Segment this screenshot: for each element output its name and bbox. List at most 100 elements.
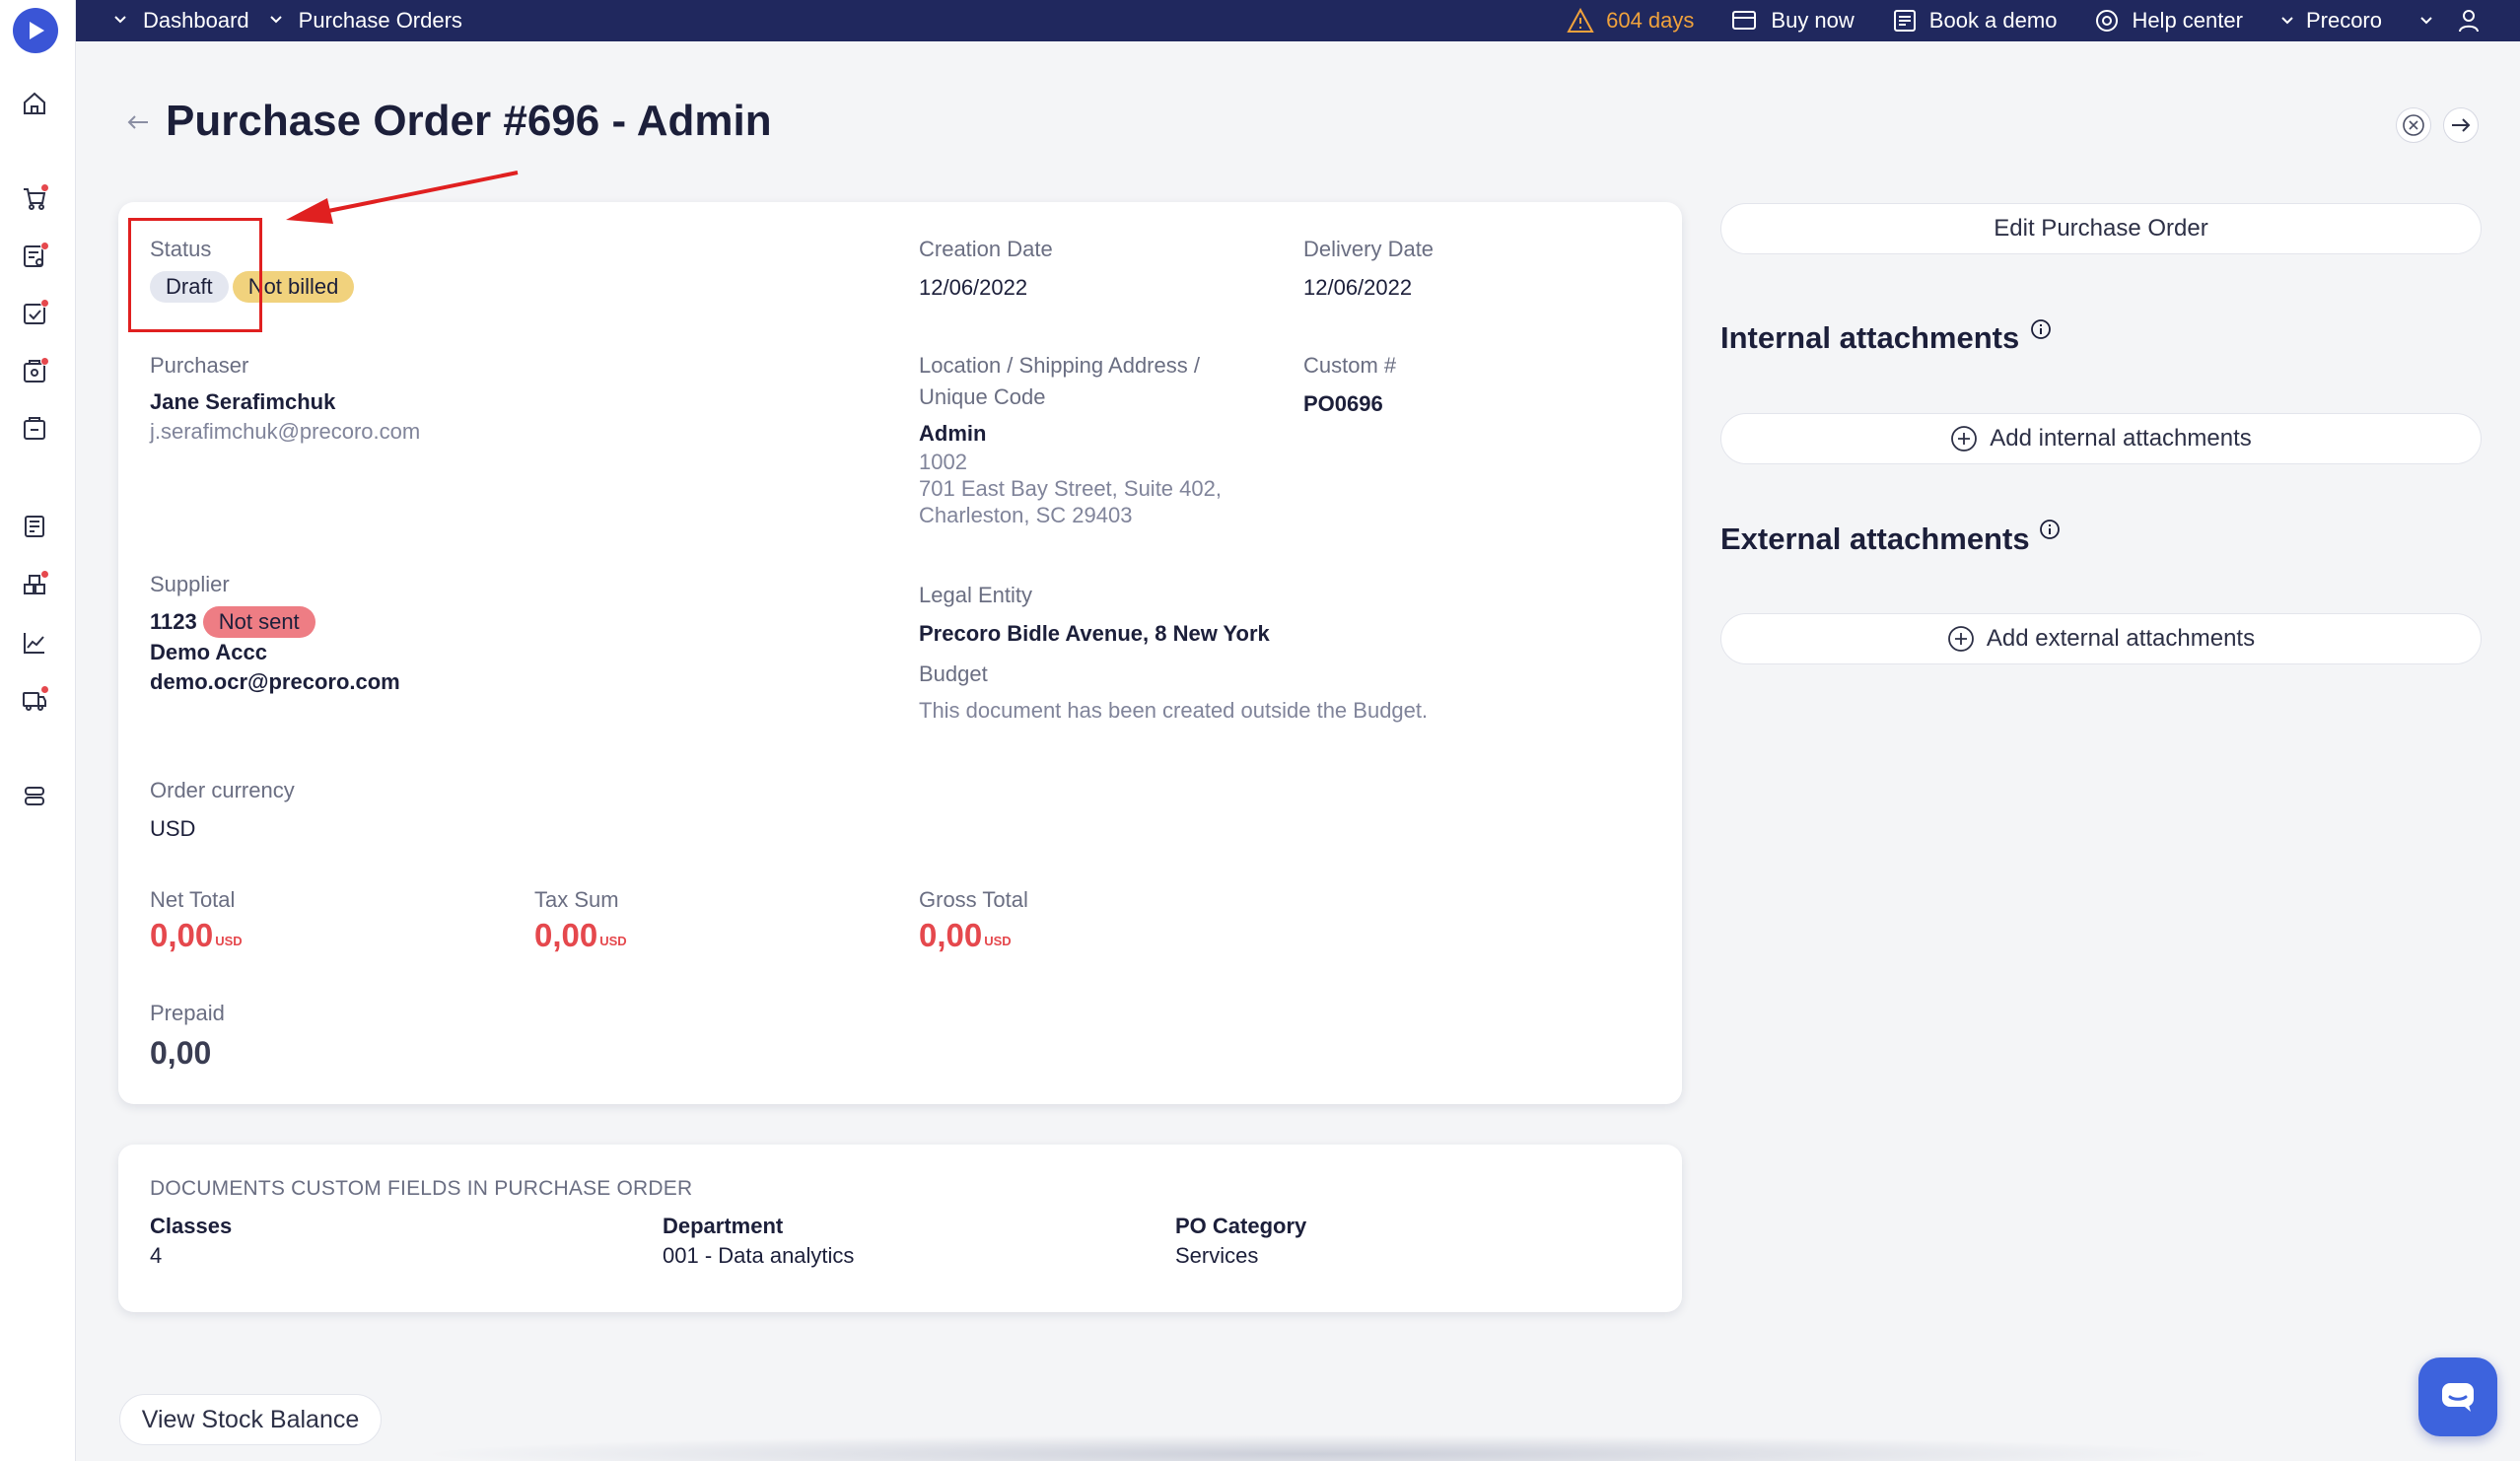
info-icon[interactable] — [2039, 519, 2061, 540]
custom-field-classes: Classes 4 — [150, 1212, 232, 1271]
purchaser-email: j.serafimchuk@precoro.com — [150, 419, 421, 444]
user-menu[interactable] — [2419, 8, 2481, 34]
delivery-date-label: Delivery Date — [1303, 237, 1435, 261]
notification-dot — [40, 685, 49, 694]
info-icon[interactable] — [2030, 318, 2052, 340]
user-icon — [2459, 10, 2479, 33]
card-icon — [1732, 11, 1757, 30]
gross-total-field: Gross Total 0,00 USD — [919, 884, 1028, 955]
settings-icon[interactable] — [20, 781, 49, 810]
purchaser-field: Purchaser Jane Serafimchuk j.serafimchuk… — [150, 350, 420, 447]
page-title: Purchase Order #696 - Admin — [166, 97, 772, 145]
location-code: 1002 — [919, 450, 967, 474]
creation-date-field: Creation Date 12/06/2022 — [919, 234, 1053, 303]
trial-days-indicator[interactable]: 604 days — [1567, 8, 1694, 34]
next-button[interactable] — [2443, 107, 2479, 143]
tax-sum-value: 0,00 USD — [534, 917, 627, 953]
breadcrumb-purchase-orders[interactable]: Purchase Orders — [269, 8, 462, 34]
location-label-line-2: Unique Code — [919, 384, 1046, 409]
close-icon — [2403, 114, 2424, 136]
location-address-line-2: Charleston, SC 29403 — [919, 503, 1133, 527]
prepaid-value: 0,00 — [150, 1035, 212, 1071]
custom-number-label: Custom # — [1303, 353, 1397, 378]
custom-fields-title: DOCUMENTS CUSTOM FIELDS IN PURCHASE ORDE… — [150, 1177, 693, 1200]
add-internal-attachments-button[interactable]: Add internal attachments — [1720, 413, 2482, 464]
edit-purchase-order-button[interactable]: Edit Purchase Order — [1720, 203, 2482, 254]
analytics-icon[interactable] — [20, 628, 49, 658]
notification-dot — [40, 242, 49, 250]
custom-field-po-category: PO Category Services — [1175, 1212, 1306, 1271]
creation-date-label: Creation Date — [919, 237, 1053, 261]
trial-days-label: 604 days — [1606, 8, 1695, 33]
external-attachments-title: External attachments — [1720, 522, 2030, 556]
help-center-link[interactable]: Help center — [2094, 8, 2243, 34]
cart-icon[interactable] — [20, 183, 49, 213]
top-navigation-bar: Dashboard Purchase Orders 604 days Buy n… — [76, 0, 2520, 41]
location-field: Location / Shipping Address / Unique Cod… — [919, 350, 1222, 528]
book-demo-label: Book a demo — [1928, 8, 2058, 33]
company-switcher[interactable]: Precoro — [2280, 8, 2382, 34]
buy-now-label: Buy now — [1771, 8, 1855, 33]
home-icon[interactable] — [20, 89, 49, 118]
custom-field-value: 001 - Data analytics — [663, 1243, 855, 1268]
prepaid-field: Prepaid 0,00 — [150, 998, 225, 1073]
purchase-orders-icon[interactable] — [20, 357, 49, 386]
chevron-down-icon — [113, 12, 127, 30]
location-address-line-1: 701 East Bay Street, Suite 402, — [919, 476, 1222, 501]
custom-field-label: Department — [663, 1214, 784, 1238]
prepaid-label: Prepaid — [150, 1001, 225, 1025]
supplier-email: demo.ocr@precoro.com — [150, 669, 400, 694]
location-name: Admin — [919, 421, 987, 446]
supplier-name: Demo Accc — [150, 640, 268, 664]
annotation-arrow — [286, 171, 519, 224]
breadcrumb-dashboard[interactable]: Dashboard — [113, 8, 249, 34]
invoices-icon[interactable] — [20, 512, 49, 541]
location-label-line-1: Location / Shipping Address / — [919, 353, 1200, 378]
custom-field-label: PO Category — [1175, 1214, 1307, 1238]
calendar-icon — [1893, 10, 1916, 32]
chat-widget-button[interactable] — [2418, 1357, 2497, 1436]
delivery-date-value: 12/06/2022 — [1303, 275, 1413, 300]
approvals-icon[interactable] — [20, 299, 49, 328]
internal-attachments-title: Internal attachments — [1720, 320, 2020, 355]
custom-field-value: 4 — [150, 1243, 163, 1268]
edit-purchase-order-label: Edit Purchase Order — [1994, 215, 2208, 242]
add-internal-attachments-label: Add internal attachments — [1990, 425, 2252, 452]
gross-total-value: 0,00 USD — [919, 917, 1012, 953]
book-demo-link[interactable]: Book a demo — [1892, 8, 2058, 34]
requests-icon[interactable] — [20, 242, 49, 271]
chevron-down-icon — [2420, 17, 2432, 25]
bottom-toolbar-shadow — [414, 1434, 2224, 1461]
net-total-field: Net Total 0,00 USD — [150, 884, 243, 955]
budget-label: Budget — [919, 661, 988, 686]
sidebar-rail — [0, 0, 76, 1461]
purchaser-label: Purchaser — [150, 353, 249, 378]
company-label: Precoro — [2305, 8, 2382, 33]
buy-now-link[interactable]: Buy now — [1731, 8, 1855, 34]
close-button[interactable] — [2396, 107, 2431, 143]
app-logo[interactable] — [13, 8, 58, 53]
currency-field: Order currency USD — [150, 775, 295, 844]
inventory-icon[interactable] — [20, 570, 49, 599]
supplier-label: Supplier — [150, 572, 230, 596]
supplier-field: Supplier 1123 Not sent Demo Accc demo.oc… — [150, 569, 400, 697]
creation-date-value: 12/06/2022 — [919, 275, 1028, 300]
currency-value: USD — [150, 816, 196, 841]
net-total-label: Net Total — [150, 887, 236, 912]
custom-number-field: Custom # PO0696 — [1303, 350, 1396, 419]
plus-circle-icon — [1948, 626, 1974, 652]
notification-dot — [40, 183, 49, 192]
custom-field-value: Services — [1175, 1243, 1259, 1268]
legal-entity-field: Legal Entity Precoro Bidle Avenue, 8 New… — [919, 580, 1428, 726]
view-stock-balance-label: View Stock Balance — [141, 1405, 360, 1433]
custom-number-value: PO0696 — [1303, 391, 1383, 416]
back-arrow-icon[interactable] — [124, 108, 152, 136]
breadcrumb-label: Purchase Orders — [298, 8, 462, 33]
add-external-attachments-button[interactable]: Add external attachments — [1720, 613, 2482, 664]
suppliers-icon[interactable] — [20, 685, 49, 715]
chevron-down-icon — [269, 12, 283, 30]
supplier-id: 1123 — [150, 609, 197, 634]
receipts-icon[interactable] — [20, 414, 49, 444]
budget-text: This document has been created outside t… — [919, 698, 1429, 723]
view-stock-balance-button[interactable]: View Stock Balance — [119, 1394, 382, 1445]
